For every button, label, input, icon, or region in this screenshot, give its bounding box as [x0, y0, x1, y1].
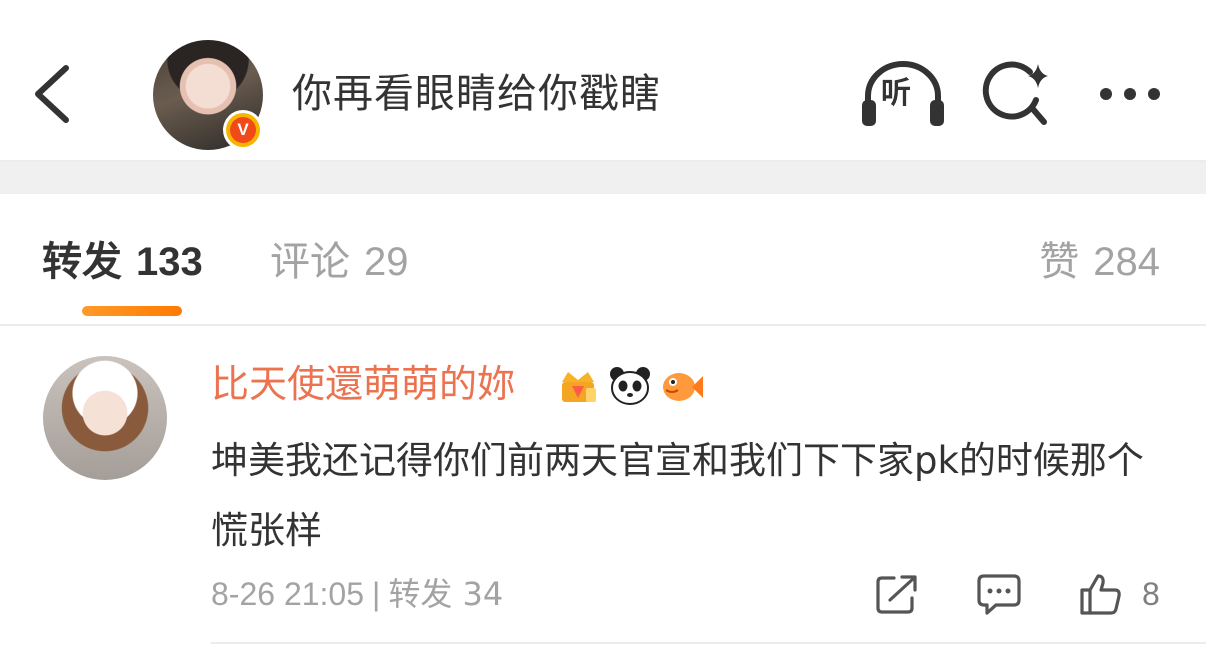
share-button[interactable] — [874, 572, 920, 616]
timestamp: 8-26 21:05 — [211, 576, 365, 612]
verified-mark: V — [230, 117, 256, 143]
active-tab-indicator — [82, 306, 182, 316]
repost-text: 坤美我还记得你们前两天官宣和我们下下家pk的时候那个慌张样 — [211, 439, 1144, 552]
repost-meta: 8-26 21:05 | 转发 34 — [211, 572, 503, 616]
avatar[interactable] — [43, 356, 167, 480]
more-dots-icon — [1100, 88, 1160, 100]
panda-badge-icon[interactable] — [608, 364, 652, 408]
author-avatar[interactable]: V — [153, 40, 263, 150]
share-icon — [876, 575, 917, 614]
tab-reposts-label: 转发 — [42, 239, 122, 285]
listen-label: 听 — [881, 76, 911, 111]
verified-badge-icon: V — [223, 110, 263, 150]
like-count: 8 — [1142, 575, 1160, 612]
section-separator — [0, 162, 1206, 194]
top-nav-bar: V 你再看眼睛给你戳瞎 听 — [0, 0, 1206, 160]
listen-button[interactable]: 听 — [858, 56, 948, 132]
crown-badge-icon[interactable] — [556, 364, 600, 408]
tab-likes-label: 赞 — [1039, 239, 1080, 285]
tab-comments[interactable]: 评论 29 — [270, 234, 409, 290]
comment-icon — [977, 574, 1021, 615]
more-options-button[interactable] — [1090, 74, 1170, 114]
tab-comments-label: 评论 — [270, 239, 350, 285]
interaction-tabs: 转发 133 评论 29 赞 284 — [0, 194, 1206, 324]
thumbs-up-icon — [1080, 574, 1121, 615]
search-sparkle-icon — [982, 61, 1048, 125]
chevron-left-icon — [35, 65, 69, 123]
tab-likes[interactable]: 赞 284 — [1039, 234, 1160, 290]
back-button[interactable] — [22, 58, 92, 130]
comment-button[interactable] — [976, 572, 1022, 616]
tab-reposts-count: 133 — [136, 240, 203, 284]
user-name[interactable]: 比天使還萌萌的妳 — [211, 358, 515, 410]
item-divider — [211, 642, 1206, 644]
meta-separator: | — [372, 576, 381, 612]
user-badges — [556, 364, 704, 408]
search-button[interactable] — [980, 58, 1056, 130]
list-item: 比天使還萌萌的妳 坤美我还记得你们前两天官宣和我们下下家pk的时候那个慌张样 8… — [0, 326, 1206, 648]
repost-count-link[interactable]: 转发 34 — [388, 572, 503, 616]
tab-comments-count: 29 — [364, 240, 409, 284]
like-button[interactable]: 8 — [1078, 572, 1160, 616]
tab-reposts[interactable]: 转发 133 — [42, 234, 203, 290]
page-title: 你再看眼睛给你戳瞎 — [292, 71, 661, 117]
tab-likes-count: 284 — [1093, 240, 1160, 284]
fish-badge-icon[interactable] — [660, 364, 704, 408]
